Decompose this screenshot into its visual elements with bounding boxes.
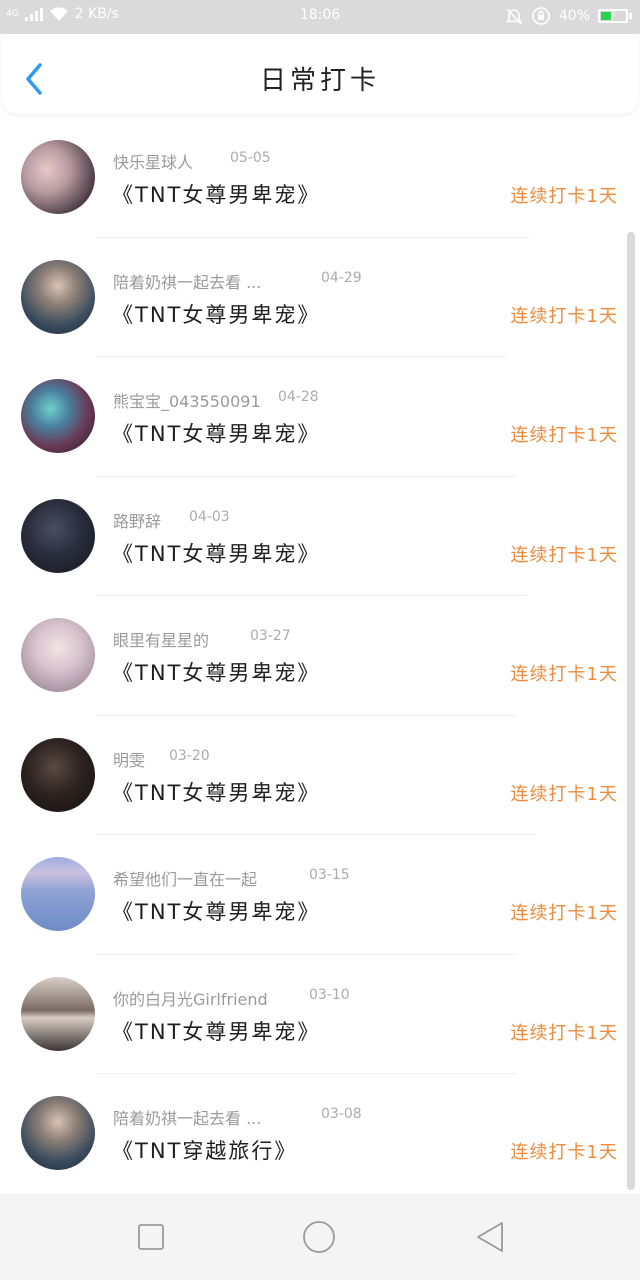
status-right: 40% ⚡	[505, 6, 632, 26]
list-item[interactable]: 陪着奶祺一起去看 ... 03-08 《TNT穿越旅行》 连续打卡1天	[0, 1074, 640, 1194]
book-title: 《TNT穿越旅行》	[112, 1139, 298, 1163]
entry-meta: 你的白月光Girlfriend 03-10	[113, 986, 350, 1010]
entry-date: 03-27	[250, 628, 291, 644]
back-nav-button[interactable]	[474, 1221, 506, 1253]
streak-label: 连续打卡1天	[510, 1142, 618, 1163]
avatar	[21, 1096, 95, 1170]
streak-label: 连续打卡1天	[510, 425, 618, 446]
avatar	[21, 857, 95, 931]
list-item[interactable]: 路野辞 04-03 《TNT女尊男卑宠》 连续打卡1天	[0, 477, 640, 596]
home-button[interactable]	[302, 1221, 335, 1253]
streak-label: 连续打卡1天	[510, 664, 618, 685]
avatar	[21, 976, 95, 1051]
entry-date: 04-03	[189, 508, 230, 525]
page-title: 日常打卡	[259, 66, 380, 96]
entry-meta: 路野辞 04-03	[113, 508, 230, 532]
list-item[interactable]: 熊宝宝_043550091 04-28 《TNT女尊男卑宠》 连续打卡1天	[0, 357, 640, 477]
book-title: 《TNT女尊男卑宠》	[112, 541, 321, 566]
home-icon	[303, 1221, 335, 1253]
entry-date: 03-20	[169, 747, 210, 764]
list-item[interactable]: 希望他们一直在一起 03-15 《TNT女尊男卑宠》 连续打卡1天	[0, 835, 640, 955]
book-title: 《TNT女尊男卑宠》	[112, 183, 321, 207]
list-item[interactable]: 明雯 03-20 《TNT女尊男卑宠》 连续打卡1天	[0, 716, 640, 835]
avatar	[21, 737, 95, 812]
entry-date: 05-05	[230, 150, 271, 166]
user-name: 陪着奶祺一起去看 ...	[113, 1109, 262, 1128]
user-name: 你的白月光Girlfriend	[113, 989, 268, 1009]
streak-label: 连续打卡1天	[510, 305, 618, 327]
avatar	[21, 618, 95, 692]
book-title: 《TNT女尊男卑宠》	[112, 302, 321, 327]
book-title: 《TNT女尊男卑宠》	[112, 780, 321, 805]
recent-apps-button[interactable]	[135, 1221, 167, 1253]
entry-meta: 希望他们一直在一起 03-15	[113, 866, 350, 890]
checkin-list: 快乐星球人 05-05 《TNT女尊男卑宠》 连续打卡1天 陪着奶祺一起去看 .…	[0, 118, 640, 1194]
user-name: 路野辞	[113, 511, 162, 531]
entry-meta: 明雯 03-20	[113, 747, 210, 771]
battery-charging-icon: ⚡	[598, 9, 632, 23]
user-name: 眼里有星星的	[113, 631, 210, 650]
rotation-lock-icon	[531, 6, 551, 26]
header: 日常打卡	[2, 34, 638, 114]
user-name: 希望他们一直在一起	[113, 870, 258, 889]
entry-meta: 眼里有星星的 03-27	[113, 627, 291, 651]
entry-meta: 陪着奶祺一起去看 ... 04-29	[113, 269, 362, 293]
user-name: 明雯	[113, 750, 146, 770]
bell-muted-icon	[505, 7, 523, 25]
avatar	[21, 498, 95, 573]
user-name: 熊宝宝_043550091	[113, 392, 261, 411]
avatar	[21, 259, 95, 334]
user-name: 快乐星球人	[113, 153, 194, 172]
battery-percent: 40%	[558, 8, 590, 24]
book-title: 《TNT女尊男卑宠》	[112, 1019, 321, 1044]
entry-meta: 熊宝宝_043550091 04-28	[113, 388, 319, 412]
entry-meta: 快乐星球人 05-05	[113, 149, 271, 173]
streak-label: 连续打卡1天	[510, 1022, 618, 1044]
streak-label: 连续打卡1天	[510, 903, 618, 924]
book-title: 《TNT女尊男卑宠》	[112, 422, 321, 446]
system-nav-bar	[0, 1194, 640, 1280]
streak-label: 连续打卡1天	[510, 186, 618, 207]
entry-date: 03-08	[321, 1106, 362, 1122]
streak-label: 连续打卡1天	[510, 544, 618, 566]
list-item[interactable]: 快乐星球人 05-05 《TNT女尊男卑宠》 连续打卡1天	[0, 118, 640, 238]
scrollbar[interactable]	[627, 232, 635, 1190]
entry-date: 04-28	[278, 389, 319, 405]
back-triangle-icon	[477, 1222, 503, 1252]
book-title: 《TNT女尊男卑宠》	[112, 900, 321, 924]
avatar	[21, 379, 95, 453]
status-bar: 4G 2 KB/s 18:06 40% ⚡	[0, 0, 640, 34]
user-name: 陪着奶祺一起去看 ...	[113, 272, 262, 292]
book-title: 《TNT女尊男卑宠》	[112, 661, 321, 685]
streak-label: 连续打卡1天	[510, 783, 618, 805]
entry-date: 03-10	[309, 986, 350, 1003]
avatar	[21, 140, 95, 214]
entry-date: 03-15	[309, 867, 350, 883]
entry-meta: 陪着奶祺一起去看 ... 03-08	[113, 1105, 362, 1129]
entry-date: 04-29	[321, 269, 362, 286]
list-item[interactable]: 眼里有星星的 03-27 《TNT女尊男卑宠》 连续打卡1天	[0, 596, 640, 716]
list-item[interactable]: 陪着奶祺一起去看 ... 04-29 《TNT女尊男卑宠》 连续打卡1天	[0, 238, 640, 357]
recent-apps-icon	[138, 1224, 164, 1250]
list-item[interactable]: 你的白月光Girlfriend 03-10 《TNT女尊男卑宠》 连续打卡1天	[0, 955, 640, 1074]
